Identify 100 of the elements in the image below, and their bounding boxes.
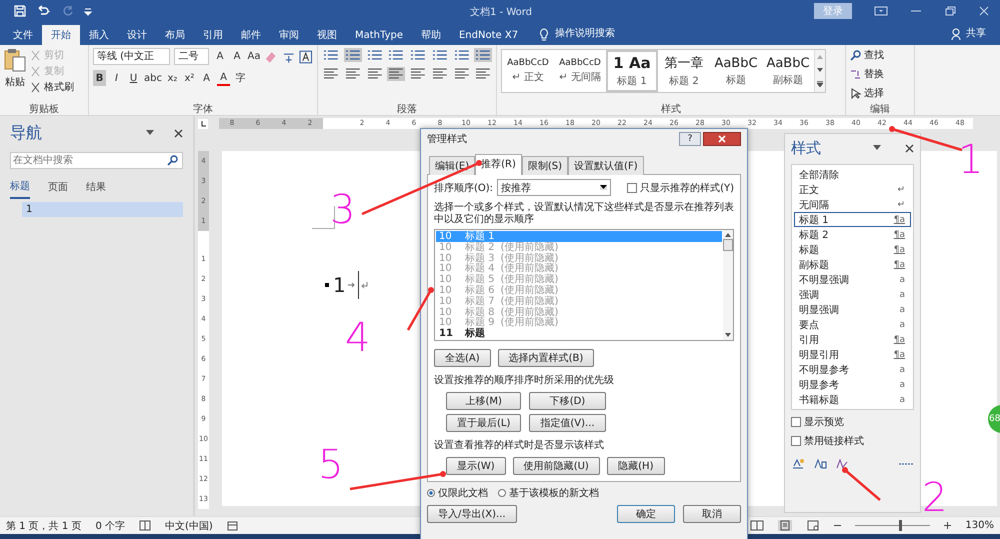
checkbox-box[interactable]: [627, 182, 638, 192]
align-left-icon[interactable]: [322, 67, 340, 81]
find-button[interactable]: 查找: [850, 48, 910, 62]
font-button[interactable]: A: [213, 48, 226, 64]
ribbon-tab[interactable]: 布局: [156, 25, 194, 45]
style-gallery-item[interactable]: 1 Aa 标题 1: [606, 50, 658, 92]
font-format-button[interactable]: I: [110, 70, 123, 86]
style-item[interactable]: 要点 a: [794, 317, 911, 332]
style-item[interactable]: 标题 1 ¶a: [794, 212, 911, 227]
ribbon-tab[interactable]: EndNote X7: [450, 25, 528, 45]
heading-item[interactable]: 1: [22, 202, 183, 217]
style-item[interactable]: 引用 ¶a: [794, 332, 911, 347]
style-item[interactable]: 副标题 ¶a: [794, 257, 911, 272]
print-layout-icon[interactable]: [778, 520, 792, 531]
font-button[interactable]: A: [230, 48, 244, 64]
dropdown-icon[interactable]: [146, 130, 154, 136]
font-format-button[interactable]: A: [216, 70, 230, 86]
scroll-down-icon[interactable]: [725, 333, 731, 337]
new-style-icon[interactable]: [791, 458, 805, 470]
help-button[interactable]: ?: [679, 132, 701, 146]
bullets-icon[interactable]: [322, 48, 340, 62]
style-item[interactable]: 强调 a: [794, 287, 911, 302]
font-format-button[interactable]: x²: [182, 70, 196, 86]
ribbon-display-icon[interactable]: [874, 6, 888, 16]
style-gallery-item[interactable]: 第一章 标题 2: [658, 50, 710, 92]
dialog-button[interactable]: 使用前隐藏(U): [512, 457, 600, 475]
style-item[interactable]: 无间隔 ↵: [794, 197, 911, 212]
style-gallery-item[interactable]: AaBbC 副标题: [762, 50, 814, 92]
font-format-button[interactable]: U: [127, 70, 140, 86]
dialog-button[interactable]: 隐藏(H): [606, 457, 665, 475]
manage-styles-icon[interactable]: [835, 458, 849, 470]
zoom-out-icon[interactable]: [834, 522, 842, 529]
select-button[interactable]: 选择: [850, 86, 910, 100]
font-button[interactable]: Aa: [247, 48, 260, 64]
font-format-button[interactable]: A: [200, 70, 213, 86]
dialog-button[interactable]: 指定值(V)...: [529, 414, 606, 432]
style-item[interactable]: 标题 2 ¶a: [794, 227, 911, 242]
font-size-dropdown[interactable]: 二号: [174, 48, 210, 65]
language-indicator[interactable]: 中文(中国): [165, 518, 213, 532]
style-item[interactable]: 正文 ↵: [794, 182, 911, 197]
checkbox-box[interactable]: [791, 436, 801, 446]
style-item[interactable]: 标题 ¶a: [794, 242, 911, 257]
ribbon-tab[interactable]: 开始: [42, 25, 80, 45]
style-list-row[interactable]: 11 标题: [436, 328, 722, 339]
ribbon-tab[interactable]: 审阅: [270, 25, 308, 45]
style-item[interactable]: 全部清除: [794, 167, 911, 182]
checkbox[interactable]: 显示预览: [791, 415, 914, 429]
close-icon[interactable]: [174, 128, 183, 138]
search-field[interactable]: 在文档中搜索: [10, 152, 183, 169]
ribbon-tab[interactable]: 插入: [80, 25, 118, 45]
scroll-up-icon[interactable]: [725, 233, 731, 237]
ribbon-tab[interactable]: MathType: [346, 25, 412, 45]
font-format-button[interactable]: B: [93, 70, 106, 86]
navigation-tab[interactable]: 结果: [86, 179, 106, 199]
ribbon-tab[interactable]: 帮助: [412, 25, 450, 45]
proofing-icon[interactable]: [139, 520, 151, 531]
ribbon-tab[interactable]: 邮件: [232, 25, 270, 45]
paste-button[interactable]: 粘贴: [4, 48, 26, 102]
style-item[interactable]: 明显参考 a: [794, 377, 911, 392]
undo-icon[interactable]: [36, 5, 52, 17]
close-icon[interactable]: [905, 144, 914, 152]
dialog-button[interactable]: 置于最后(L): [446, 414, 522, 432]
more-styles-icon[interactable]: [817, 81, 823, 88]
tab-selector-icon[interactable]: [198, 118, 208, 128]
style-gallery-item[interactable]: AaBbCcD ↵ 无间隔: [554, 50, 606, 92]
style-gallery-item[interactable]: AaBbCcD ↵ 正文: [502, 50, 554, 92]
ribbon-tab[interactable]: 视图: [308, 25, 346, 45]
zoom-percentage[interactable]: 130%: [965, 520, 994, 531]
radio-option[interactable]: 基于该模板的新文档: [498, 486, 599, 500]
save-icon[interactable]: [14, 5, 26, 17]
restore-icon[interactable]: [944, 6, 956, 16]
font-format-button[interactable]: abc: [144, 70, 162, 86]
dialog-button[interactable]: 选择内置样式(B): [498, 349, 594, 367]
styles-listbox[interactable]: 10 标题 1 10 标题 2 (使用前隐藏) 10 标题 3 (使用前隐藏) 10 标题 4 (使用前隐藏) 10 标题 5 (使用前隐藏) 10 标题 6 (使用前隐藏) 10 标题 7 (使用前隐藏) 10 标题 8 (使用前隐藏) 10 标题 9 (使用前隐藏) 11 标题: [434, 229, 734, 341]
zoom-slider-thumb[interactable]: [899, 520, 902, 531]
font-format-button[interactable]: x₂: [166, 70, 179, 86]
style-item[interactable]: 明显引用 ¶a: [794, 347, 911, 362]
scroll-down-icon[interactable]: [817, 68, 823, 72]
import-export-button[interactable]: 导入/导出(X)...: [427, 505, 517, 523]
scrollbar-thumb[interactable]: [723, 239, 733, 251]
dialog-button[interactable]: 全选(A): [434, 349, 491, 367]
dialog-button[interactable]: 下移(D): [529, 392, 606, 410]
customize-toolbar-icon[interactable]: [84, 6, 92, 16]
read-mode-icon[interactable]: [750, 520, 764, 531]
character-border-icon[interactable]: [299, 50, 313, 64]
zoom-in-icon[interactable]: [944, 522, 952, 529]
style-gallery-item[interactable]: AaBbC 标题: [710, 50, 762, 92]
scrollbar[interactable]: [723, 230, 733, 340]
dialog-tab[interactable]: 推荐(R): [475, 154, 522, 175]
style-item[interactable]: 书籍标题 a: [794, 392, 911, 407]
dialog-tab[interactable]: 限制(S): [522, 156, 568, 175]
sort-order-dropdown[interactable]: 按推荐: [497, 179, 612, 196]
radio-option[interactable]: 仅限此文档: [427, 486, 488, 500]
checkbox[interactable]: 只显示推荐的样式(Y): [627, 180, 734, 194]
font-format-button[interactable]: 字: [234, 70, 247, 86]
web-layout-icon[interactable]: [806, 520, 820, 531]
close-button[interactable]: [703, 132, 741, 146]
navigation-tab[interactable]: 页面: [48, 179, 68, 199]
radio-button[interactable]: [498, 489, 506, 497]
macro-icon[interactable]: [226, 520, 238, 531]
